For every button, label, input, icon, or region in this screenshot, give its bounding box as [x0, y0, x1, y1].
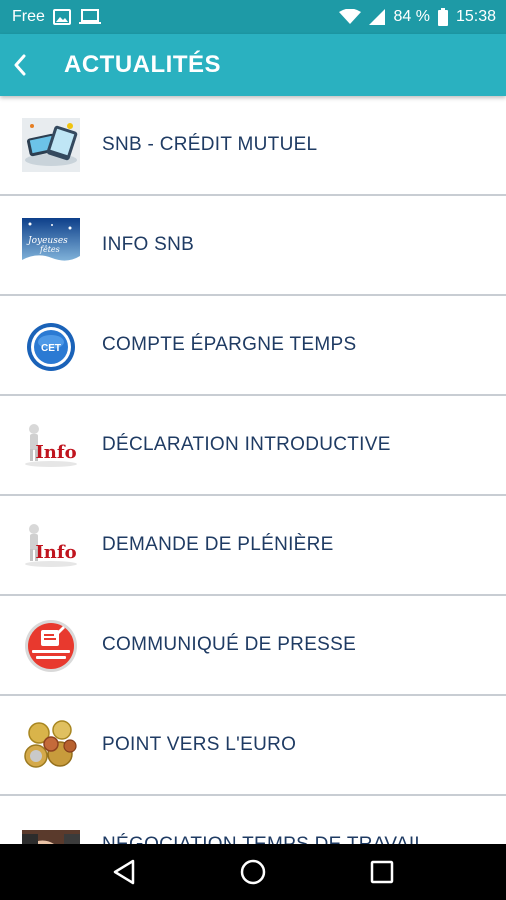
list-item[interactable]: Info DÉCLARATION INTRODUCTIVE — [0, 396, 506, 496]
carrier-label: Free — [12, 8, 45, 25]
list-item[interactable]: POINT VERS L'EURO — [0, 696, 506, 796]
battery-percent: 84 % — [393, 8, 430, 25]
item-label: SNB - CRÉDIT MUTUEL — [102, 134, 318, 155]
navigation-bar — [0, 844, 506, 900]
triangle-back-icon — [114, 859, 135, 885]
list-item[interactable]: Info DEMANDE DE PLÉNIÈRE — [0, 496, 506, 596]
phone-banking-icon — [22, 116, 80, 174]
svg-text:Info: Info — [35, 442, 76, 463]
svg-text:fêtes: fêtes — [39, 245, 60, 254]
app-bar: ACTUALITÉS — [0, 34, 506, 96]
wifi-icon — [339, 9, 362, 25]
item-label: COMPTE ÉPARGNE TEMPS — [102, 334, 357, 355]
square-recents-icon — [370, 860, 393, 884]
clock: 15:38 — [455, 8, 496, 25]
circle-home-icon — [240, 859, 266, 885]
nav-back-button[interactable] — [100, 848, 148, 896]
info-figure-icon: Info — [22, 516, 80, 574]
svg-text:CET: CET — [41, 343, 61, 354]
back-button[interactable] — [0, 34, 40, 96]
winter-greeting-icon: Joyeuses fêtes — [22, 216, 80, 274]
press-release-icon — [22, 616, 80, 674]
news-list: SNB - CRÉDIT MUTUEL Joyeuses fêtes INFO … — [0, 96, 506, 844]
nav-recents-button[interactable] — [358, 848, 406, 896]
list-item[interactable]: NÉGOCIATION TEMPS DE TRAVAIL — [0, 796, 506, 844]
image-notification-icon — [52, 9, 71, 25]
euro-coins-icon — [22, 716, 80, 774]
item-label: DEMANDE DE PLÉNIÈRE — [102, 534, 334, 555]
cet-badge-icon: CET — [22, 316, 80, 374]
handshake-icon — [22, 816, 80, 844]
laptop-notification-icon — [78, 9, 101, 25]
item-label: POINT VERS L'EURO — [102, 734, 297, 755]
list-item[interactable]: Joyeuses fêtes INFO SNB — [0, 196, 506, 296]
nav-home-button[interactable] — [229, 848, 277, 896]
status-right: 84 % 15:38 — [339, 8, 496, 26]
svg-text:Info: Info — [35, 542, 76, 563]
battery-icon — [437, 8, 448, 26]
signal-icon — [369, 9, 386, 25]
item-label: NÉGOCIATION TEMPS DE TRAVAIL — [102, 834, 425, 844]
item-label: DÉCLARATION INTRODUCTIVE — [102, 434, 391, 455]
page-title: ACTUALITÉS — [64, 51, 221, 78]
status-bar: Free 84 % 15:38 — [0, 0, 506, 34]
item-label: INFO SNB — [102, 234, 195, 255]
item-label: COMMUNIQUÉ DE PRESSE — [102, 634, 357, 655]
list-item[interactable]: COMMUNIQUÉ DE PRESSE — [0, 596, 506, 696]
info-figure-icon: Info — [22, 416, 80, 474]
status-left: Free — [12, 8, 101, 26]
list-item[interactable]: SNB - CRÉDIT MUTUEL — [0, 96, 506, 196]
list-item[interactable]: CET COMPTE ÉPARGNE TEMPS — [0, 296, 506, 396]
chevron-left-icon — [14, 54, 26, 76]
